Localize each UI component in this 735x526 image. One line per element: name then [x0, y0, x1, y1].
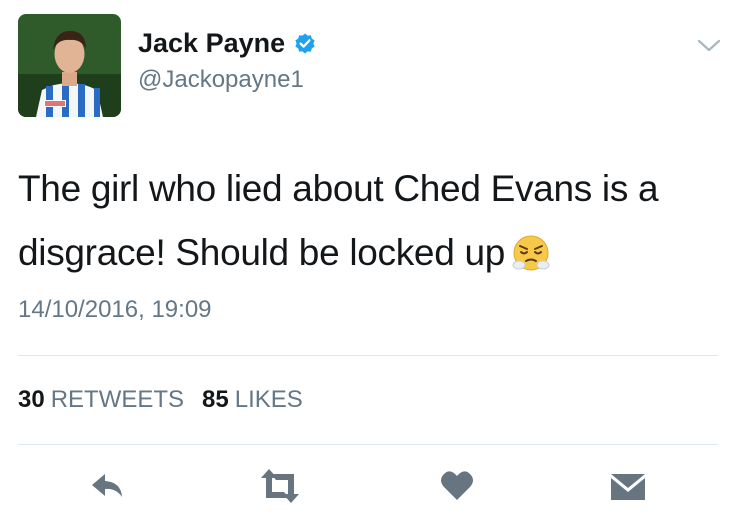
tweet-stats: 30 RETWEETS 85 LIKES — [18, 386, 303, 414]
verified-badge-icon — [293, 32, 317, 56]
user-name-row: Jack Payne — [138, 28, 317, 59]
envelope-icon[interactable] — [608, 466, 648, 506]
avatar[interactable] — [18, 14, 121, 117]
retweet-icon[interactable] — [256, 466, 304, 506]
user-name[interactable]: Jack Payne — [138, 28, 285, 59]
likes-count: 85 — [202, 386, 229, 413]
tweet-text: The girl who lied about Ched Evans is a … — [18, 157, 718, 285]
retweets-label: RETWEETS — [50, 386, 185, 413]
retweets-count: 30 — [18, 386, 45, 413]
tweet-timestamp[interactable]: 14/10/2016, 19:09 — [18, 296, 212, 324]
chevron-down-icon[interactable] — [697, 38, 721, 54]
reply-icon[interactable] — [88, 466, 128, 506]
retweets-stat[interactable]: 30 RETWEETS — [18, 386, 184, 414]
tweet-body: The girl who lied about Ched Evans is a … — [18, 168, 659, 273]
tweet-card: Jack Payne @Jackopayne1 The girl who lie… — [0, 0, 735, 526]
divider — [18, 355, 718, 356]
heart-icon[interactable] — [437, 466, 477, 506]
tweet-actions — [0, 466, 735, 506]
likes-stat[interactable]: 85 LIKES — [202, 386, 303, 414]
face-with-steam-from-nose-icon — [511, 233, 551, 273]
user-handle[interactable]: @Jackopayne1 — [138, 66, 304, 94]
divider — [18, 444, 718, 445]
likes-label: LIKES — [234, 386, 303, 413]
